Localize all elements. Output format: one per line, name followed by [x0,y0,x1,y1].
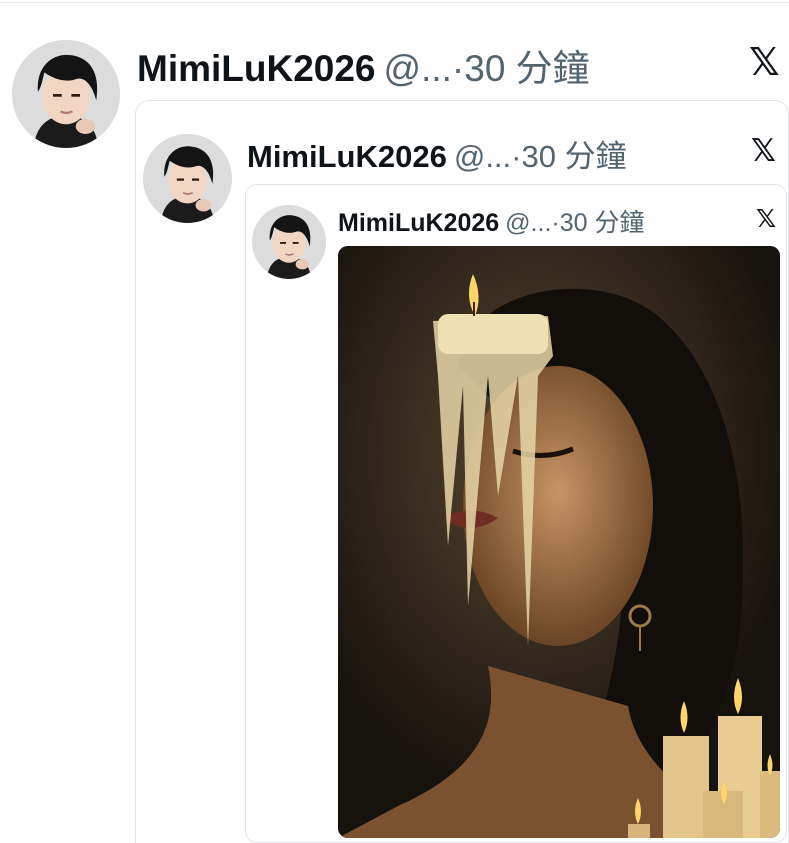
avatar[interactable] [12,40,120,148]
separator-dot: · [511,139,522,174]
tweet-header: MimiLuK2026 @... · 30 分鐘 [338,203,644,238]
user-handle[interactable]: @... [505,209,551,238]
avatar[interactable] [252,205,326,279]
separator-dot: · [551,209,560,237]
tweet-header: MimiLuK2026 @... · 30 分鐘 [137,38,590,89]
tweet-header: MimiLuK2026 @... · 30 分鐘 [247,131,627,174]
display-name[interactable]: MimiLuK2026 [247,139,447,175]
x-logo-icon[interactable]: 𝕏 [749,40,780,84]
x-logo-icon[interactable]: 𝕏 [756,204,776,233]
display-name[interactable]: MimiLuK2026 [338,209,499,238]
timestamp[interactable]: 30 分鐘 [560,203,645,239]
user-handle[interactable]: @... [454,139,511,175]
display-name[interactable]: MimiLuK2026 [137,48,376,90]
top-divider [0,2,789,3]
timestamp[interactable]: 30 分鐘 [464,38,589,92]
x-logo-icon[interactable]: 𝕏 [751,133,776,169]
separator-dot: · [451,48,465,89]
timestamp[interactable]: 30 分鐘 [521,131,626,176]
user-handle[interactable]: @... [384,48,452,90]
tweet-media-image[interactable] [338,246,780,838]
avatar[interactable] [143,134,232,223]
